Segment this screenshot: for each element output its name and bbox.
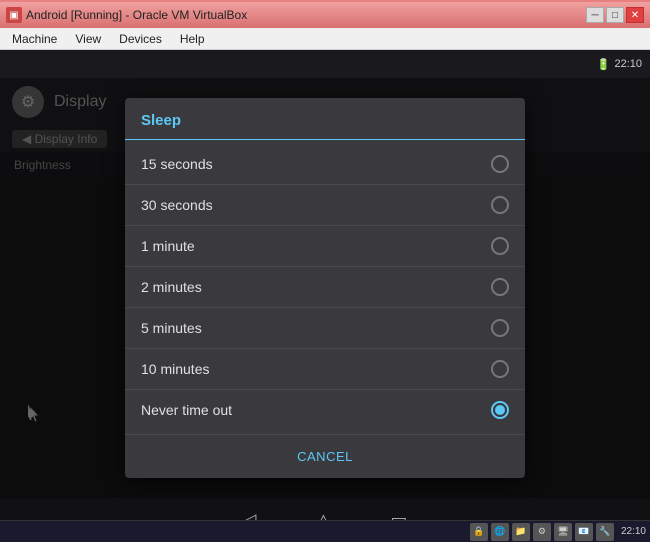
dialog-overlay: Sleep 15 seconds 30 seconds 1 minute 2 minu… [0,78,650,498]
option-label-opt-never: Never time out [141,402,232,418]
title-bar-controls: ─ □ ✕ [586,7,644,23]
taskbar-icon-1[interactable]: 🔒 [470,523,488,541]
minimize-button[interactable]: ─ [586,7,604,23]
dialog-option-opt-30s[interactable]: 30 seconds [125,185,525,226]
option-label-opt-15s: 15 seconds [141,156,213,172]
menu-help[interactable]: Help [172,30,213,48]
radio-opt-10m[interactable] [491,360,509,378]
dialog-footer: Cancel [125,434,525,478]
dialog-title: Sleep [125,98,525,140]
radio-opt-5m[interactable] [491,319,509,337]
taskbar-icon-6[interactable]: 📧 [575,523,593,541]
dialog-option-opt-10m[interactable]: 10 minutes [125,349,525,390]
taskbar-time: 22:10 [621,526,646,537]
taskbar-icon-5[interactable]: 🖥 [554,523,572,541]
option-label-opt-30s: 30 seconds [141,197,213,213]
android-content: ⚙ Display ◀ Display Info Brightness Slee… [0,78,650,498]
radio-opt-30s[interactable] [491,196,509,214]
option-label-opt-1m: 1 minute [141,238,195,254]
host-taskbar: 🔒 🌐 📁 ⚙ 🖥 📧 🔧 22:10 [0,520,650,542]
window-title: Android [Running] - Oracle VM VirtualBox [26,8,247,22]
dialog-option-opt-5m[interactable]: 5 minutes [125,308,525,349]
title-bar-left: ▣ Android [Running] - Oracle VM VirtualB… [6,7,247,23]
battery-icon: 🔋 [597,58,611,71]
menu-view[interactable]: View [67,30,109,48]
taskbar-icon-4[interactable]: ⚙ [533,523,551,541]
taskbar-icon-2[interactable]: 🌐 [491,523,509,541]
cancel-button[interactable]: Cancel [277,443,373,470]
dialog-option-opt-1m[interactable]: 1 minute [125,226,525,267]
menu-devices[interactable]: Devices [111,30,170,48]
taskbar-icons: 🔒 🌐 📁 ⚙ 🖥 📧 🔧 22:10 [470,523,646,541]
dialog-option-opt-never[interactable]: Never time out [125,390,525,430]
sleep-dialog: Sleep 15 seconds 30 seconds 1 minute 2 minu… [125,98,525,478]
dialog-options: 15 seconds 30 seconds 1 minute 2 minutes 5 m… [125,140,525,434]
vm-screen: 🔋 22:10 ⚙ Display ◀ Display Info Brightn… [0,50,650,542]
taskbar-icon-3[interactable]: 📁 [512,523,530,541]
menu-bar: Machine View Devices Help [0,28,650,50]
option-label-opt-10m: 10 minutes [141,361,209,377]
title-bar: ▣ Android [Running] - Oracle VM VirtualB… [0,0,650,28]
radio-opt-never[interactable] [491,401,509,419]
radio-dot-opt-never [495,405,505,415]
option-label-opt-5m: 5 minutes [141,320,202,336]
radio-opt-1m[interactable] [491,237,509,255]
radio-opt-2m[interactable] [491,278,509,296]
window-icon: ▣ [6,7,22,23]
android-status-bar: 🔋 22:10 [0,50,650,78]
close-button[interactable]: ✕ [626,7,644,23]
dialog-option-opt-15s[interactable]: 15 seconds [125,144,525,185]
status-time: 22:10 [614,58,642,70]
option-label-opt-2m: 2 minutes [141,279,202,295]
restore-button[interactable]: □ [606,7,624,23]
taskbar-icon-7[interactable]: 🔧 [596,523,614,541]
dialog-option-opt-2m[interactable]: 2 minutes [125,267,525,308]
status-icons: 🔋 22:10 [597,58,642,71]
menu-machine[interactable]: Machine [4,30,65,48]
radio-opt-15s[interactable] [491,155,509,173]
